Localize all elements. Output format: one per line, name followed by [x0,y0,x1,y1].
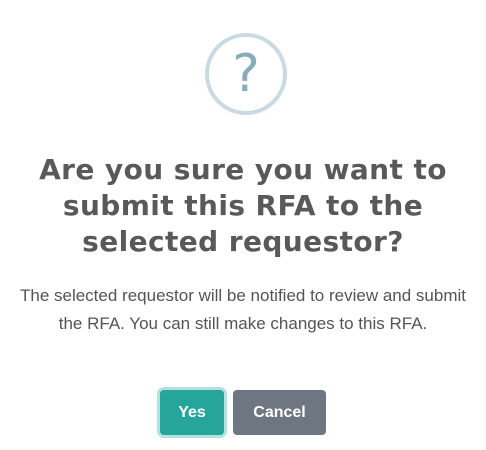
confirm-submit-dialog: ? Are you sure you want to submit this R… [0,0,486,450]
question-mark-glyph: ? [232,44,260,104]
cancel-button[interactable]: Cancel [233,390,326,435]
dialog-title: Are you sure you want to submit this RFA… [39,153,447,258]
dialog-actions: Yes Cancel [0,390,486,435]
yes-button[interactable]: Yes [160,390,224,435]
question-mark-icon: ? [205,33,287,115]
dialog-message: The selected requestor will be notified … [19,286,466,333]
